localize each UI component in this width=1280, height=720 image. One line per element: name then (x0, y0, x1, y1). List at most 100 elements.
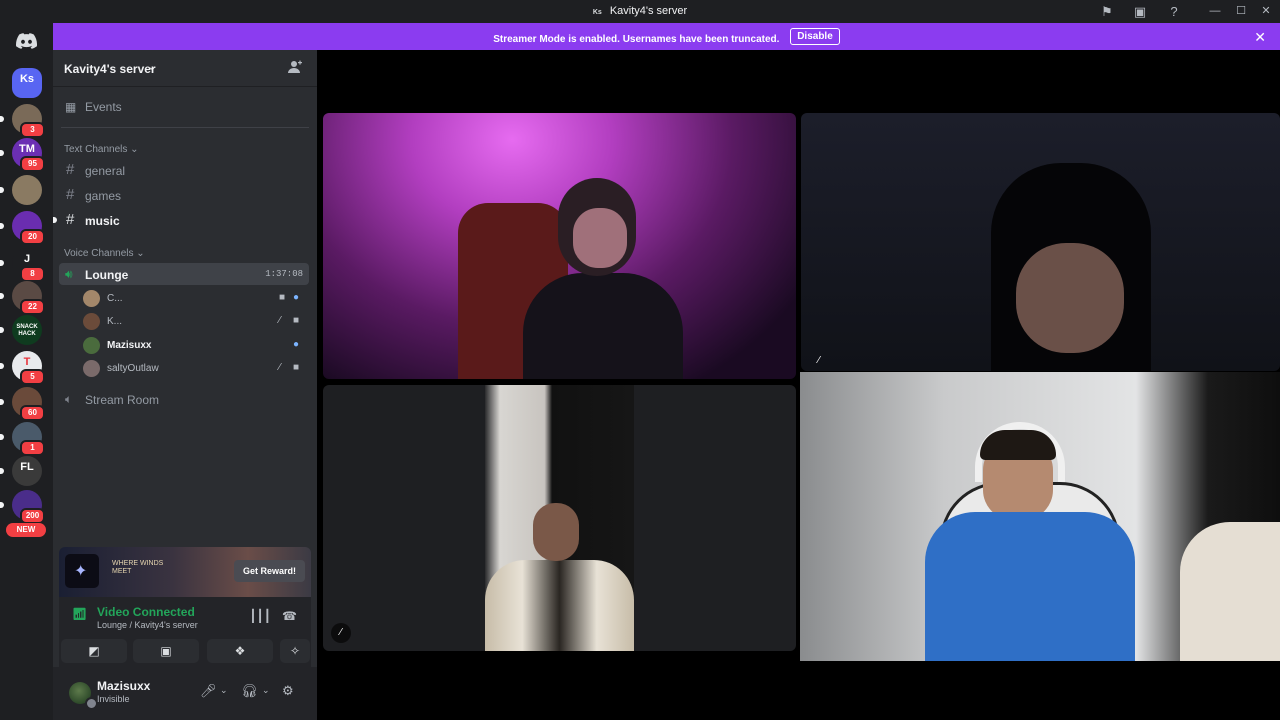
window-title: Ks Kavity4's server (592, 5, 688, 17)
server-icon[interactable]: 22 (0, 281, 45, 315)
server-icon[interactable]: Ks (12, 68, 42, 98)
server-logo-icon: Ks (592, 9, 602, 16)
hash-icon: # (66, 161, 75, 178)
camera-feed (485, 385, 634, 651)
settings-gear-icon[interactable]: ⚙ (282, 683, 294, 699)
headphones-icon[interactable]: 🎧︎ (241, 683, 258, 699)
person-body (485, 560, 634, 651)
person-hair (980, 430, 1056, 460)
title-bar: Ks Kavity4's server ⚑ ▣ ? — ☐ ✕ (0, 0, 1280, 23)
video-icon: ■ (293, 362, 300, 373)
voice-channel-stream-room[interactable]: 🔈︎ Stream Room (59, 388, 309, 410)
activity-icon: ● (293, 292, 300, 303)
soundboard-button[interactable]: ✧ (280, 639, 310, 663)
video-tile[interactable] (800, 372, 1280, 661)
unread-indicator (0, 293, 4, 299)
channel-music[interactable]: # music (53, 209, 309, 231)
server-name: Kavity4's server (64, 62, 156, 76)
muted-mic-icon: ⁄ (818, 355, 820, 366)
video-tile[interactable] (323, 113, 796, 379)
signal-icon[interactable]: 📶︎ (72, 607, 87, 621)
new-badge: NEW (6, 523, 46, 537)
call-timer: 1:37:08 (265, 269, 303, 279)
server-icon[interactable]: 60 (0, 387, 45, 421)
camera-off-button[interactable]: ◩ (61, 639, 127, 663)
promo-card[interactable]: ✦ WHERE WINDS MEET Get Reward! (59, 547, 311, 597)
events-label: Events (85, 100, 122, 114)
video-tile[interactable]: ⁄ (323, 385, 796, 651)
speaker-icon: 🔊︎ (65, 267, 73, 281)
server-icon[interactable]: J8 (0, 248, 45, 282)
notification-badge: 60 (20, 405, 45, 421)
person-body (523, 273, 683, 379)
channel-games[interactable]: # games (61, 184, 309, 206)
banner-message: Streamer Mode is enabled. Usernames have… (493, 34, 780, 45)
person-face (573, 208, 627, 268)
maximize-button[interactable]: ☐ (1233, 3, 1249, 19)
discord-home-icon[interactable] (16, 33, 37, 49)
server-icon-label: Ks (19, 73, 35, 85)
voice-channels-category[interactable]: Voice Channels ⌄ (64, 248, 145, 259)
star-icon: ✦ (74, 563, 88, 580)
server-icon[interactable]: 1 (0, 422, 45, 456)
streamer-mode-banner: Streamer Mode is enabled. Usernames have… (53, 23, 1280, 50)
server-icon[interactable]: 20 (0, 211, 45, 245)
server-icon[interactable] (0, 175, 42, 205)
voice-user[interactable]: saltyOutlaw ⁄ ■ (83, 357, 309, 379)
notification-badge: 3 (20, 122, 45, 138)
username[interactable]: Mazisuxx (97, 679, 150, 693)
activities-button[interactable]: ❖ (207, 639, 273, 663)
text-channels-category[interactable]: Text Channels ⌄ (64, 144, 139, 155)
notification-badge: 8 (20, 266, 45, 282)
game-title: WHERE WINDS MEET (112, 560, 164, 575)
connection-status[interactable]: Video Connected (97, 605, 195, 619)
disable-button[interactable]: Disable (790, 28, 840, 45)
disconnect-icon[interactable]: ☎ (282, 609, 297, 623)
close-window-button[interactable]: ✕ (1258, 3, 1274, 19)
server-icon[interactable]: FL (0, 456, 42, 486)
second-person (1180, 522, 1280, 661)
notification-badge: 5 (20, 369, 45, 385)
person-head (533, 503, 579, 561)
server-header[interactable]: Kavity4's server ⌄ (53, 50, 317, 87)
unread-indicator (0, 468, 4, 474)
muted-mic-icon: ⁄ (279, 362, 281, 373)
close-icon[interactable]: ✕ (1254, 29, 1266, 46)
server-icon[interactable]: 3 (0, 104, 45, 138)
server-rail: Ks 3 TM 95 20 J 8 22 SNACK HACK T 5 60 1 FL 200 NEW (0, 23, 53, 720)
calendar-icon: ▦ (65, 100, 77, 114)
avatar (83, 313, 100, 330)
notification-badge: 1 (20, 440, 45, 456)
invite-people-icon[interactable] (287, 60, 303, 76)
unread-indicator (0, 399, 4, 405)
screen-share-button[interactable]: ▣ (133, 639, 199, 663)
video-tile[interactable]: ⁄ (801, 113, 1280, 371)
unread-indicator (0, 502, 4, 508)
voice-channel-lounge[interactable]: 🔊︎ Lounge 1:37:08 (59, 263, 309, 285)
hash-icon: # (66, 186, 75, 203)
flag-icon[interactable]: ⚑ (1099, 4, 1115, 20)
server-icon-label: J (23, 253, 31, 265)
voice-user[interactable]: C... ■ ● (83, 287, 309, 309)
voice-user[interactable]: Mazisuxx ● (83, 334, 309, 356)
chevron-down-icon[interactable]: ⌄ (220, 685, 228, 696)
events-item[interactable]: ▦ Events (61, 96, 309, 118)
game-logo: ✦ (65, 554, 99, 588)
help-icon[interactable]: ? (1166, 4, 1182, 20)
server-icon[interactable]: T5 (0, 351, 45, 385)
server-icon[interactable]: SNACK HACK (0, 315, 42, 345)
server-icon[interactable]: 200 (0, 490, 45, 524)
minimize-button[interactable]: — (1207, 3, 1223, 19)
server-icon[interactable]: TM 95 (0, 138, 45, 172)
video-icon: ■ (293, 315, 300, 326)
server-icon-label: T (23, 356, 31, 368)
screen-share-icon[interactable]: ▣ (1132, 4, 1148, 20)
user-panel: Mazisuxx Invisible 🎤︎ ⌄ 🎧︎ ⌄ ⚙ (53, 667, 317, 720)
noise-suppression-icon[interactable]: ┃┃┃ (249, 609, 271, 623)
chevron-down-icon[interactable]: ⌄ (262, 685, 270, 696)
microphone-icon[interactable]: 🎤︎ (200, 683, 217, 699)
get-reward-button[interactable]: Get Reward! (233, 560, 305, 582)
notification-badge: 22 (20, 299, 45, 315)
voice-user[interactable]: K... ⁄ ■ (83, 310, 309, 332)
channel-general[interactable]: # general (61, 159, 309, 181)
